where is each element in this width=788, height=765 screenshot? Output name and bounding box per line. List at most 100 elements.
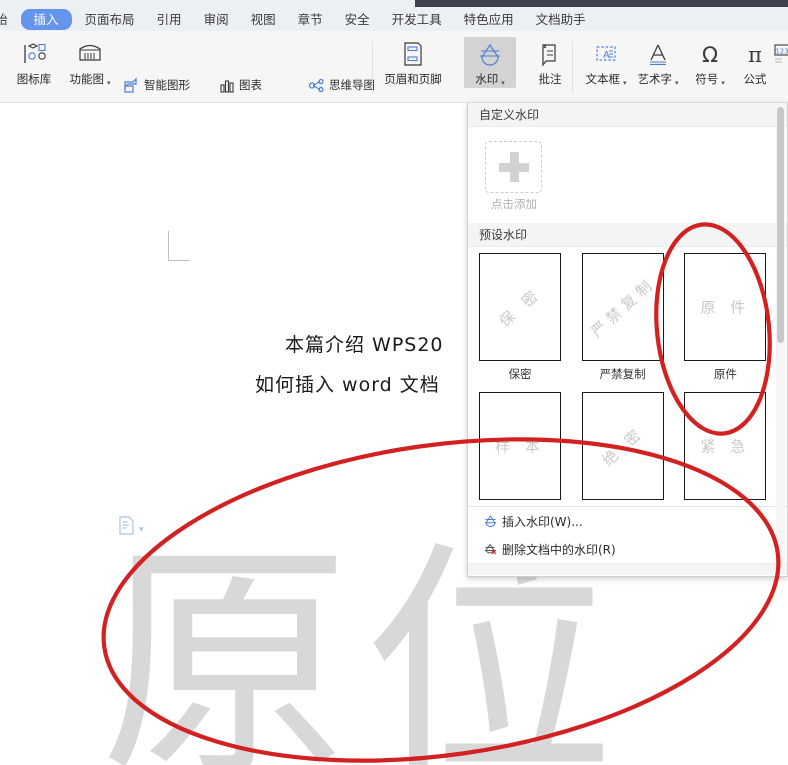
delete-watermark-label: 删除文档中的水印(R) — [502, 542, 616, 557]
ribbon-numbering-button[interactable]: 123 — [770, 37, 788, 72]
tab-dev-tools[interactable]: 开发工具 — [383, 9, 451, 30]
dropdown-scrollbar-thumb[interactable] — [777, 107, 784, 343]
ribbon-comment-label: 批注 — [538, 72, 562, 86]
delete-watermark-menu-item[interactable]: 删除文档中的水印(R) — [468, 535, 787, 563]
page-margin-corner-mark — [168, 231, 190, 261]
tab-page-layout[interactable]: 页面布局 — [76, 9, 144, 30]
ribbon-chart-label: 图表 — [239, 78, 262, 92]
preset-caption: 保密 — [508, 367, 532, 381]
top-strip-light — [0, 0, 415, 7]
ribbon-wordart-button[interactable]: 艺术字 ▾ — [630, 37, 686, 88]
custom-watermark-section-label: 自定义水印 — [479, 108, 540, 122]
watermark-icon — [464, 37, 516, 71]
document-text-line-2: 如何插入 word 文档 — [255, 374, 440, 396]
chart-icon — [215, 76, 237, 95]
ribbon-icon-library-label: 图标库 — [16, 72, 52, 86]
ribbon-header-footer-label: 页眉和页脚 — [384, 72, 442, 86]
ribbon-function-chart-button[interactable]: 功能图 ▾ — [62, 37, 118, 88]
custom-watermark-area: 点击添加 — [468, 127, 787, 223]
watermark-delete-icon — [478, 541, 502, 558]
ribbon-watermark-button[interactable]: 水印 ▾ — [464, 37, 516, 88]
tab-references[interactable]: 引用 — [148, 9, 191, 30]
preset-thumb-text: 绝 密 — [598, 423, 648, 470]
header-footer-icon — [379, 37, 447, 71]
preset-thumb-page: 紧 急 — [684, 392, 767, 500]
add-custom-watermark-label: 点击添加 — [491, 197, 537, 211]
preset-row-1: 保 密 保密 严禁复制 严禁复制 原 件 原件 — [468, 253, 787, 382]
insert-watermark-menu-item[interactable]: 插入水印(W)... — [468, 507, 787, 535]
plus-icon — [498, 152, 529, 182]
preset-watermark-grid: 保 密 保密 严禁复制 严禁复制 原 件 原件 样 本 绝 密 紧 急 — [468, 247, 787, 500]
preset-row-2: 样 本 绝 密 紧 急 — [468, 392, 787, 500]
preset-thumb-text: 原 件 — [700, 298, 751, 317]
ribbon-textbox-label: 文本框 — [585, 72, 620, 86]
preset-watermark-yangben[interactable]: 样 本 — [479, 392, 568, 500]
ribbon-tab-bar: 始 插入 页面布局 引用 审阅 视图 章节 安全 开发工具 特色应用 文档助手 — [0, 7, 788, 31]
svg-text:123: 123 — [775, 48, 788, 56]
dropdown-footer — [468, 563, 787, 575]
tab-insert[interactable]: 插入 — [20, 8, 72, 30]
ribbon-smart-graphic-label: 智能图形 — [144, 78, 190, 92]
ribbon-icon-library-button[interactable]: 图标库 — [6, 37, 62, 86]
chevron-down-icon[interactable]: ▾ — [623, 79, 627, 87]
ribbon-function-chart-label: 功能图 — [69, 72, 104, 86]
chevron-down-icon[interactable]: ▾ — [721, 79, 725, 87]
preset-thumb-text: 严禁复制 — [587, 273, 659, 341]
preset-watermark-juemi[interactable]: 绝 密 — [581, 392, 671, 500]
top-strip-dark — [415, 0, 788, 7]
svg-text:A: A — [603, 50, 610, 61]
wordart-icon — [630, 37, 686, 71]
document-text-line-1: 本篇介绍 WPS20 — [285, 334, 444, 356]
numbering-icon: 123 — [770, 37, 788, 71]
ribbon-symbol-label: 符号 — [695, 72, 719, 86]
preset-caption: 原件 — [713, 367, 737, 381]
ribbon-comment-button[interactable]: 批注 — [522, 37, 578, 86]
mind-map-icon — [305, 76, 327, 95]
ribbon-smart-graphic-button[interactable]: 智能图形 — [120, 71, 190, 99]
ribbon-watermark-label: 水印 — [475, 72, 499, 86]
ribbon-toolbar: 图标库 功能图 ▾ 智能图形 图表 思维导图 页眉和页脚 水印 ▾ 批注 A 文… — [0, 31, 788, 121]
preset-watermark-baomi[interactable]: 保 密 保密 — [479, 253, 568, 382]
textbox-icon: A — [578, 37, 634, 71]
icon-library-icon — [6, 37, 62, 71]
preset-thumb-page: 严禁复制 — [581, 253, 664, 361]
tab-section[interactable]: 章节 — [289, 9, 332, 30]
chevron-down-icon[interactable]: ▾ — [675, 79, 679, 87]
tab-featured-apps[interactable]: 特色应用 — [455, 9, 523, 30]
ribbon-textbox-button[interactable]: A 文本框 ▾ — [578, 37, 634, 88]
preset-watermark-yuanjian[interactable]: 原 件 原件 — [684, 253, 773, 382]
tab-security[interactable]: 安全 — [336, 9, 379, 30]
tab-review[interactable]: 审阅 — [195, 9, 238, 30]
ribbon-header-footer-button[interactable]: 页眉和页脚 — [379, 37, 447, 86]
smart-graphic-icon — [120, 76, 142, 95]
svg-text:Ω: Ω — [702, 43, 718, 67]
add-custom-watermark-button[interactable] — [485, 141, 542, 193]
watermark-dropdown-panel[interactable]: 自定义水印 点击添加 预设水印 保 密 保密 严禁复制 严禁复制 原 件 原件 … — [467, 103, 788, 577]
preset-thumb-page: 绝 密 — [581, 392, 664, 500]
chevron-down-icon[interactable]: ▾ — [107, 79, 111, 87]
tab-doc-assistant[interactable]: 文档助手 — [527, 9, 595, 30]
preset-watermark-section-header: 预设水印 — [468, 223, 787, 247]
ribbon-mind-map-button[interactable]: 思维导图 — [305, 71, 375, 99]
comment-icon — [522, 37, 578, 71]
preset-thumb-text: 样 本 — [495, 437, 545, 456]
custom-watermark-section-header: 自定义水印 — [468, 103, 787, 127]
watermark-insert-icon — [478, 513, 502, 530]
ribbon-chart-button[interactable]: 图表 — [215, 71, 262, 99]
svg-text:π: π — [748, 43, 762, 67]
preset-watermark-yanjinfuzhi[interactable]: 严禁复制 严禁复制 — [581, 253, 671, 382]
ribbon-separator-2 — [572, 41, 573, 93]
preset-watermark-section-label: 预设水印 — [479, 228, 528, 242]
ribbon-mind-map-label: 思维导图 — [329, 78, 375, 92]
preset-thumb-page: 样 本 — [479, 392, 561, 500]
tab-view[interactable]: 视图 — [242, 9, 285, 30]
chevron-down-icon[interactable]: ▾ — [501, 79, 505, 87]
insert-watermark-label: 插入水印(W)... — [502, 514, 583, 529]
dropdown-scrollbar[interactable] — [776, 105, 785, 573]
preset-thumb-page: 原 件 — [684, 253, 767, 361]
preset-watermark-jinji[interactable]: 紧 急 — [684, 392, 773, 500]
preset-thumb-text: 保 密 — [495, 284, 545, 331]
preset-thumb-page: 保 密 — [479, 253, 561, 361]
ribbon-formula-label: 公式 — [743, 72, 767, 86]
tab-home[interactable]: 始 — [0, 9, 17, 30]
